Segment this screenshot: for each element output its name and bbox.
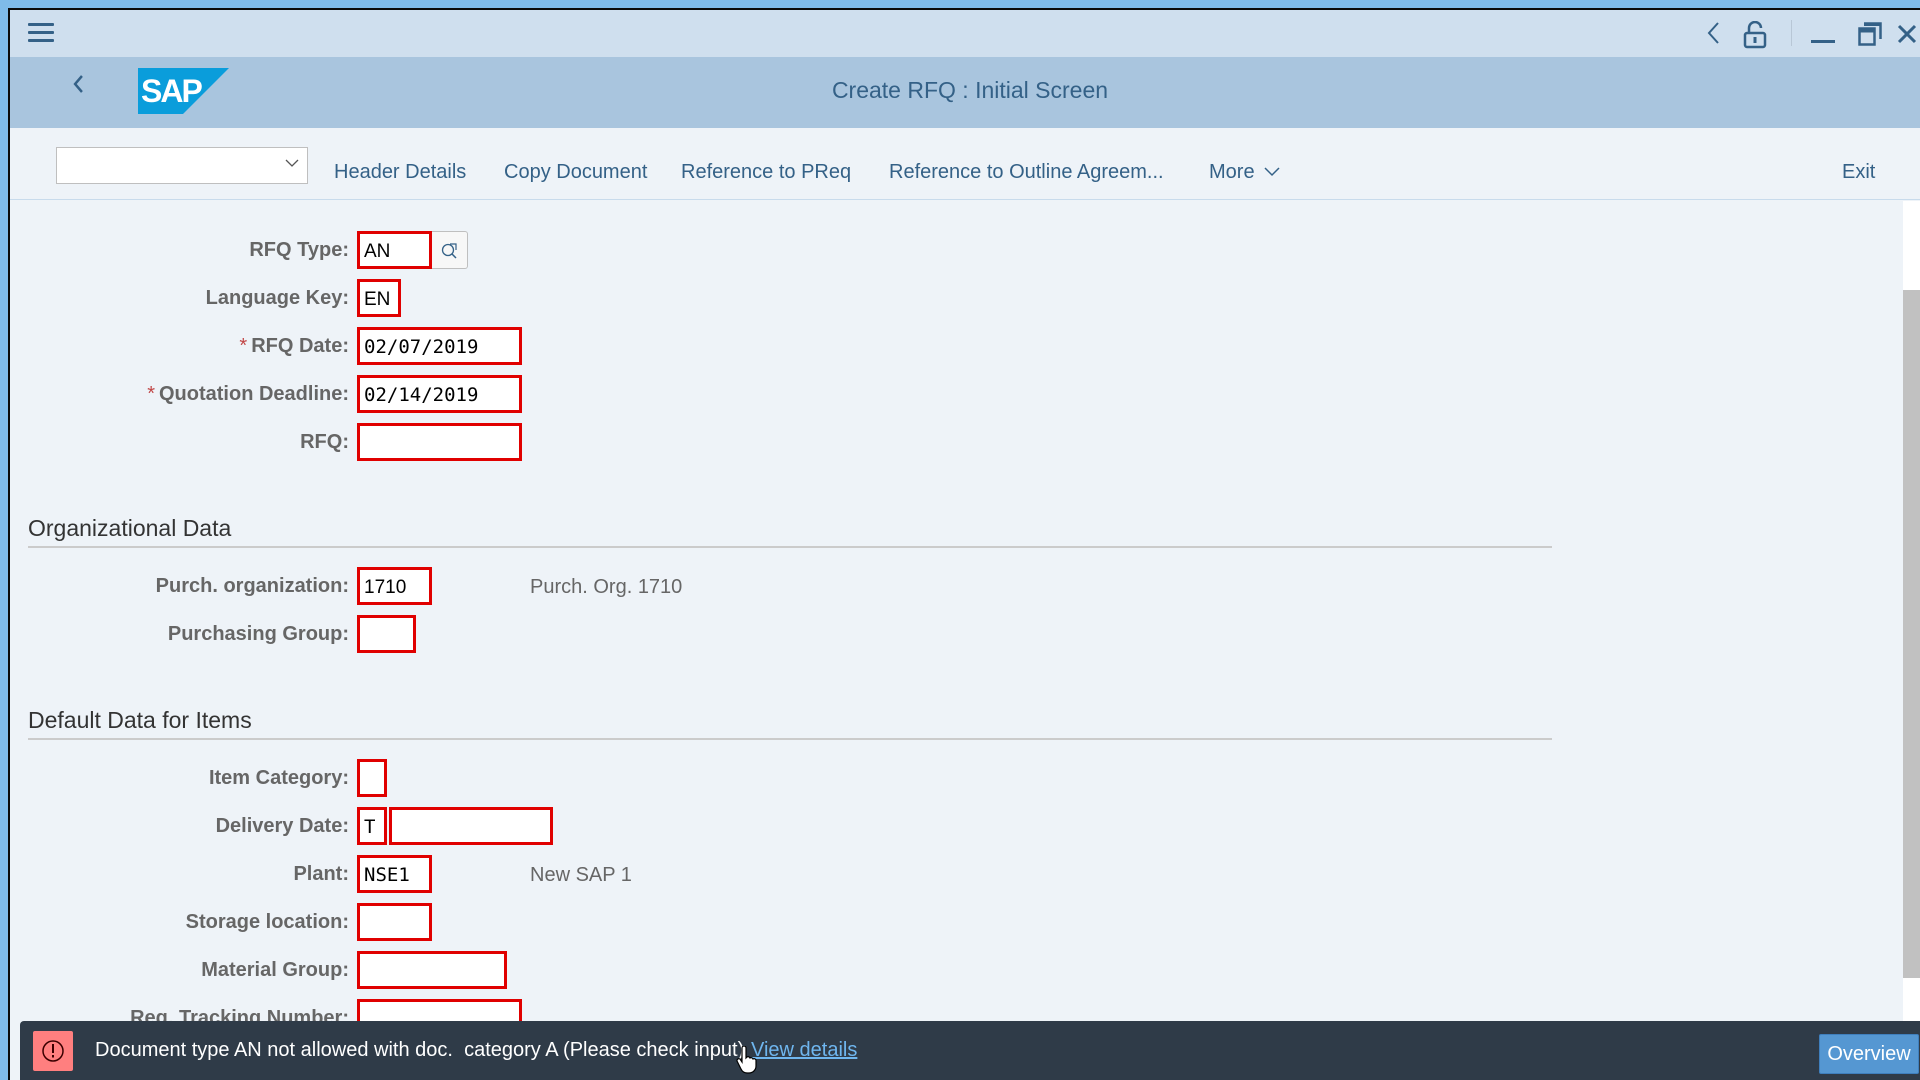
delivery-date-format-input[interactable]: T: [357, 807, 387, 845]
form-content: RFQ Type: AN Language Key: EN * RFQ Date:…: [10, 201, 1903, 1023]
purchasing-group-label: Purchasing Group:: [167, 623, 349, 645]
purchasing-group-input[interactable]: [357, 615, 416, 653]
title-bar-separator: [1791, 20, 1792, 46]
exit-button[interactable]: Exit: [1842, 161, 1875, 184]
purch-organization-label: Purch. organization:: [155, 575, 349, 597]
storage-location-label: Storage location:: [185, 911, 349, 933]
material-group-label: Material Group:: [201, 959, 349, 981]
language-key-input[interactable]: EN: [357, 279, 401, 317]
vertical-scrollbar[interactable]: [1903, 201, 1920, 1023]
title-bar: [10, 10, 1920, 57]
message-bar: Document type AN not allowed with doc. c…: [20, 1021, 1920, 1080]
more-label: More: [1209, 161, 1255, 183]
rfq-date-input[interactable]: 02/07/2019: [357, 327, 522, 365]
error-icon: [33, 1031, 73, 1071]
rfq-type-input[interactable]: AN: [357, 231, 432, 269]
reference-to-preq-button[interactable]: Reference to PReq: [681, 161, 851, 184]
sap-gui-window: SAP Create RFQ : Initial Screen Header D…: [8, 8, 1920, 1080]
item-category-input[interactable]: [357, 759, 387, 797]
plant-description: New SAP 1: [530, 864, 632, 886]
plant-label: Plant:: [293, 863, 349, 885]
purch-organization-description: Purch. Org. 1710: [530, 576, 683, 598]
rfq-type-label: RFQ Type:: [249, 239, 349, 261]
quotation-deadline-input[interactable]: 02/14/2019: [357, 375, 522, 413]
scrollbar-thumb[interactable]: [1903, 290, 1920, 978]
section-divider: [28, 546, 1552, 548]
language-key-label: Language Key:: [205, 287, 349, 309]
required-indicator: *: [147, 383, 155, 405]
minimize-icon[interactable]: [1811, 40, 1835, 43]
shell-header: SAP Create RFQ : Initial Screen: [10, 57, 1920, 128]
organizational-data-heading: Organizational Data: [28, 515, 232, 541]
rfq-input[interactable]: [357, 423, 522, 461]
rfq-date-label: * RFQ Date:: [239, 335, 349, 357]
lock-icon[interactable]: [1743, 20, 1767, 49]
application-toolbar: Header Details Copy Document Reference t…: [10, 128, 1920, 200]
delivery-date-input[interactable]: [389, 807, 553, 845]
page-title: Create RFQ : Initial Screen: [831, 77, 1109, 103]
back-icon[interactable]: [1705, 20, 1721, 53]
req-tracking-number-input[interactable]: [357, 999, 522, 1023]
required-indicator: *: [239, 335, 248, 357]
material-group-input[interactable]: [357, 951, 507, 989]
reference-to-outline-agreement-button[interactable]: Reference to Outline Agreem...: [889, 161, 1164, 184]
chevron-down-icon: [1264, 167, 1280, 177]
rfq-type-value-help-button[interactable]: [432, 231, 468, 269]
more-menu-button[interactable]: More: [1209, 161, 1280, 184]
rfq-label: RFQ:: [300, 431, 349, 453]
default-data-heading: Default Data for Items: [28, 707, 252, 733]
close-icon[interactable]: [1896, 17, 1918, 52]
command-field-dropdown[interactable]: [56, 147, 308, 184]
storage-location-input[interactable]: [357, 903, 432, 941]
copy-document-button[interactable]: Copy Document: [504, 161, 647, 184]
hand-cursor-icon: [736, 1045, 758, 1074]
section-divider: [28, 738, 1552, 740]
value-help-icon: [441, 243, 457, 259]
purch-organization-input[interactable]: 1710: [357, 567, 432, 605]
overview-button[interactable]: Overview: [1819, 1034, 1919, 1074]
item-category-label: Item Category:: [208, 767, 349, 789]
menu-icon[interactable]: [28, 23, 54, 43]
delivery-date-label: Delivery Date:: [215, 815, 349, 837]
maximize-icon[interactable]: [1858, 22, 1882, 46]
plant-input[interactable]: NSE1: [357, 855, 432, 893]
view-details-link[interactable]: View details: [751, 1039, 857, 1062]
header-details-button[interactable]: Header Details: [334, 161, 466, 184]
message-text: Document type AN not allowed with doc. c…: [95, 1039, 745, 1061]
quotation-deadline-label: * Quotation Deadline:: [147, 383, 349, 405]
chevron-down-icon: [285, 159, 299, 167]
